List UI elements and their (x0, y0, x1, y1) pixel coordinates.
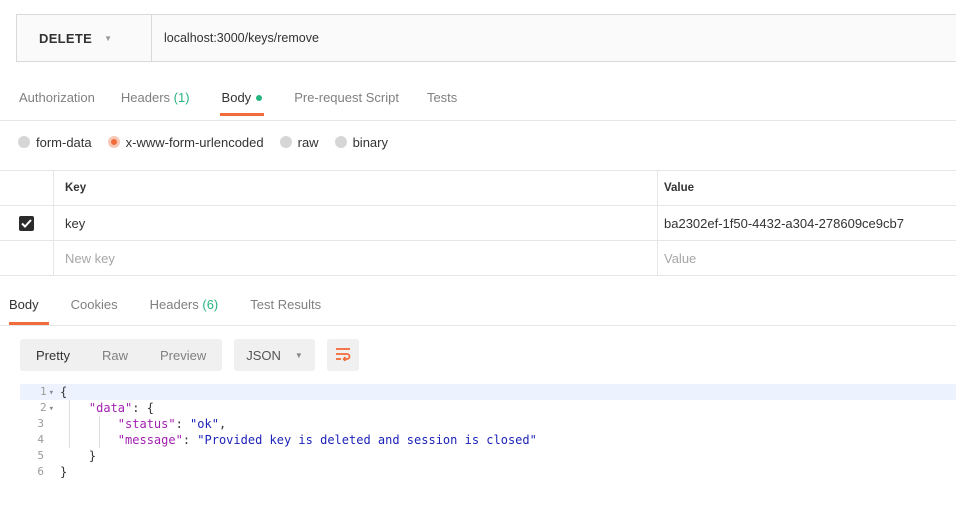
wrap-lines-button[interactable] (326, 339, 359, 371)
params-table: Key Value key ba2302ef-1f50-4432-a304-27… (0, 170, 956, 276)
row-checkbox-cell (0, 206, 54, 240)
checkbox-column-header (0, 171, 54, 205)
fold-arrow-icon[interactable]: ▾ (49, 388, 54, 398)
method-label: DELETE (39, 30, 93, 46)
response-tab-test-results[interactable]: Test Results (234, 290, 337, 325)
method-select[interactable]: DELETE ▼ (17, 15, 152, 61)
tab-tests[interactable]: Tests (417, 76, 467, 116)
code-text: "data": { (88, 401, 154, 415)
line-number: 3 (37, 417, 44, 430)
radio-label: binary (352, 134, 388, 150)
wrap-lines-icon (335, 347, 351, 364)
code-line: 5 } (20, 448, 956, 464)
fold-arrow-icon[interactable]: ▾ (49, 404, 54, 414)
table-row-new: New key Value (0, 241, 956, 276)
response-tabs: Body Cookies Headers (6) Test Results (9, 290, 337, 325)
code-text: "status": "ok", (117, 417, 227, 431)
checkbox-checked-icon[interactable] (19, 215, 34, 231)
key-column-header: Key (54, 171, 658, 205)
tab-authorization[interactable]: Authorization (9, 76, 105, 116)
tab-label: Cookies (70, 297, 118, 312)
radio-icon (18, 136, 30, 148)
format-label: JSON (246, 347, 281, 363)
code-line: 3 "status": "ok", (20, 416, 956, 432)
raw-button[interactable]: Raw (86, 339, 144, 371)
code-text: "message": "Provided key is deleted and … (117, 433, 537, 447)
response-body-viewer[interactable]: 1 ▾ { 2 ▾ "data": { 3 "status": "ok", 4 "m… (20, 384, 956, 480)
key-cell[interactable]: key (54, 206, 658, 240)
code-text: } (60, 465, 68, 479)
response-tab-body[interactable]: Body (9, 290, 55, 325)
line-number: 4 (37, 433, 44, 446)
tab-label: Test Results (250, 297, 322, 312)
radio-binary[interactable]: binary (334, 134, 388, 150)
line-number: 6 (37, 465, 44, 478)
tab-label: Tests (426, 90, 458, 105)
value-cell[interactable]: ba2302ef-1f50-4432-a304-278609ce9cb7 (658, 206, 956, 240)
tab-label: Headers (149, 297, 199, 312)
value-value: ba2302ef-1f50-4432-a304-278609ce9cb7 (664, 215, 904, 231)
new-value-placeholder: Value (664, 250, 697, 266)
response-tab-cookies[interactable]: Cookies (55, 290, 134, 325)
tab-label: Authorization (19, 90, 95, 105)
chevron-down-icon: ▼ (294, 350, 303, 360)
tab-label: Body (221, 90, 252, 105)
radio-icon (334, 136, 347, 148)
radio-form-data[interactable]: form-data (18, 135, 92, 150)
radio-selected-icon (107, 136, 120, 148)
response-toolbar: Pretty Raw Preview JSON ▼ (20, 339, 359, 371)
row-checkbox-cell (0, 241, 54, 275)
radio-icon (279, 136, 292, 148)
body-type-selector: form-data x-www-form-urlencoded raw bina… (18, 131, 404, 153)
format-select[interactable]: JSON ▼ (234, 339, 315, 371)
code-line: 2 ▾ "data": { (20, 400, 956, 416)
divider (0, 120, 956, 121)
line-number: 1 ▾ (39, 385, 54, 398)
radio-x-www-form-urlencoded[interactable]: x-www-form-urlencoded (107, 134, 264, 150)
tab-headers[interactable]: Headers (1) (111, 76, 200, 116)
code-text: { (60, 385, 68, 399)
tab-label: Pre-request Script (294, 90, 399, 105)
tab-label: Headers (120, 90, 171, 105)
request-bar: DELETE ▼ localhost:3000/keys/remove (16, 14, 956, 62)
key-value: key (65, 215, 86, 231)
request-tabs: Authorization Headers (1) Body Pre-reque… (9, 76, 469, 116)
tab-label: Body (9, 297, 39, 312)
code-text: } (60, 449, 97, 463)
body-indicator-dot (256, 94, 263, 101)
code-line: 6 } (20, 464, 956, 480)
headers-count: (6) (202, 297, 219, 312)
radio-label: raw (297, 134, 319, 150)
radio-raw[interactable]: raw (279, 134, 319, 150)
response-tab-headers[interactable]: Headers (6) (134, 290, 235, 325)
url-value: localhost:3000/keys/remove (164, 31, 319, 45)
code-line: 1 ▾ { (20, 384, 956, 400)
line-number: 2 ▾ (39, 401, 54, 414)
radio-label: x-www-form-urlencoded (125, 134, 264, 150)
chevron-down-icon: ▼ (104, 33, 113, 43)
headers-count: (1) (173, 90, 190, 105)
new-key-placeholder: New key (65, 250, 115, 266)
code-line: 4 "message": "Provided key is deleted an… (20, 432, 956, 448)
table-row: key ba2302ef-1f50-4432-a304-278609ce9cb7 (0, 206, 956, 241)
radio-label: form-data (36, 134, 92, 150)
divider (0, 325, 956, 326)
tab-body[interactable]: Body (212, 76, 273, 116)
line-number: 5 (37, 449, 44, 462)
tab-pre-request-script[interactable]: Pre-request Script (284, 76, 409, 116)
url-input[interactable]: localhost:3000/keys/remove (152, 15, 956, 61)
view-mode-group: Pretty Raw Preview (20, 339, 223, 371)
value-column-header: Value (664, 182, 695, 194)
table-header-row: Key Value (0, 170, 956, 206)
new-value-input[interactable]: Value (658, 241, 956, 275)
pretty-button[interactable]: Pretty (20, 339, 86, 371)
new-key-input[interactable]: New key (54, 241, 658, 275)
preview-button[interactable]: Preview (144, 339, 222, 371)
